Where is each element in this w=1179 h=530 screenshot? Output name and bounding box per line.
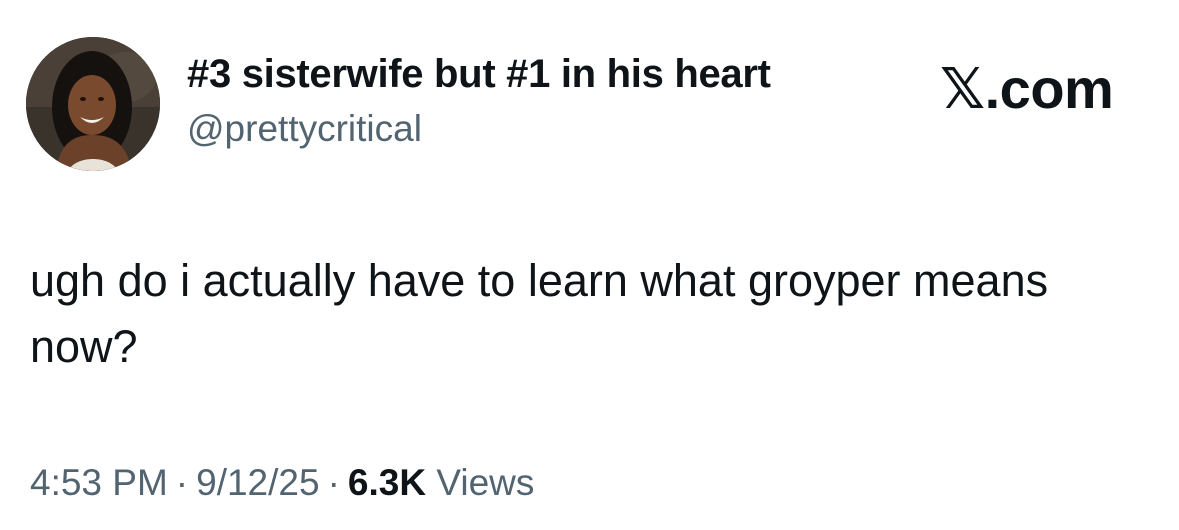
meta-separator: · xyxy=(175,462,189,503)
author-handle[interactable]: @prettycritical xyxy=(187,108,422,150)
avatar[interactable] xyxy=(26,37,160,171)
tweet-date[interactable]: 9/12/25 xyxy=(196,462,319,503)
site-label: 𝕏.com xyxy=(940,57,1114,120)
views-label: Views xyxy=(436,462,535,503)
tweet-meta: 4:53 PM · 9/12/25 · 6.3K Views xyxy=(30,462,534,504)
meta-separator: · xyxy=(327,462,340,503)
profile-photo-icon xyxy=(26,37,160,171)
author-display-name[interactable]: #3 sisterwife but #1 in his heart xyxy=(187,52,771,97)
tweet-time[interactable]: 4:53 PM xyxy=(30,462,168,503)
tweet-text: ugh do i actually have to learn what gro… xyxy=(30,255,1049,372)
tweet-card: #3 sisterwife but #1 in his heart @prett… xyxy=(0,0,1179,530)
views-count[interactable]: 6.3K xyxy=(348,462,426,503)
